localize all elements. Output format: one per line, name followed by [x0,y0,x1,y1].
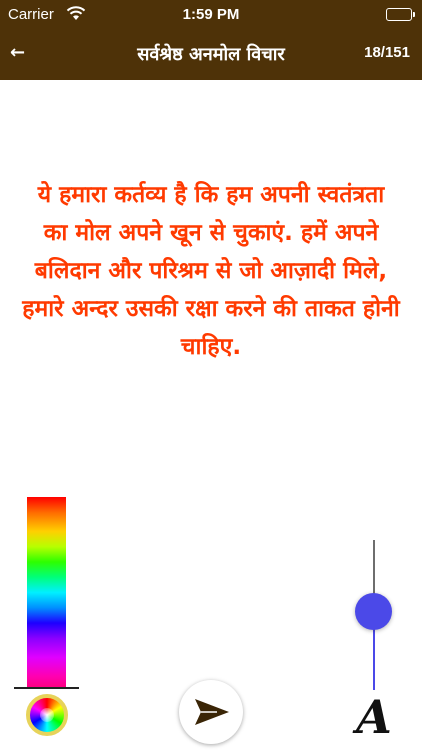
nav-bar: ← सर्वश्रेष्ठ अनमोल विचार 18/151 [0,30,422,80]
battery-icon [386,8,415,21]
color-wheel-icon[interactable] [26,694,68,736]
quote-counter: 18/151 [364,44,410,61]
color-bar-divider [14,687,79,689]
page-title: सर्वश्रेष्ठ अनमोल विचार [137,44,285,65]
send-button[interactable] [179,680,243,744]
status-bar: Carrier 1:59 PM [0,0,422,30]
status-time: 1:59 PM [182,6,240,23]
quote-text: ये हमारा कर्तव्य है कि हम अपनी स्वतंत्रत… [22,182,400,360]
color-picker-bar[interactable] [27,497,66,688]
paper-plane-icon [195,699,229,725]
font-size-icon[interactable]: A [350,690,398,744]
font-slider-thumb[interactable] [355,593,392,630]
